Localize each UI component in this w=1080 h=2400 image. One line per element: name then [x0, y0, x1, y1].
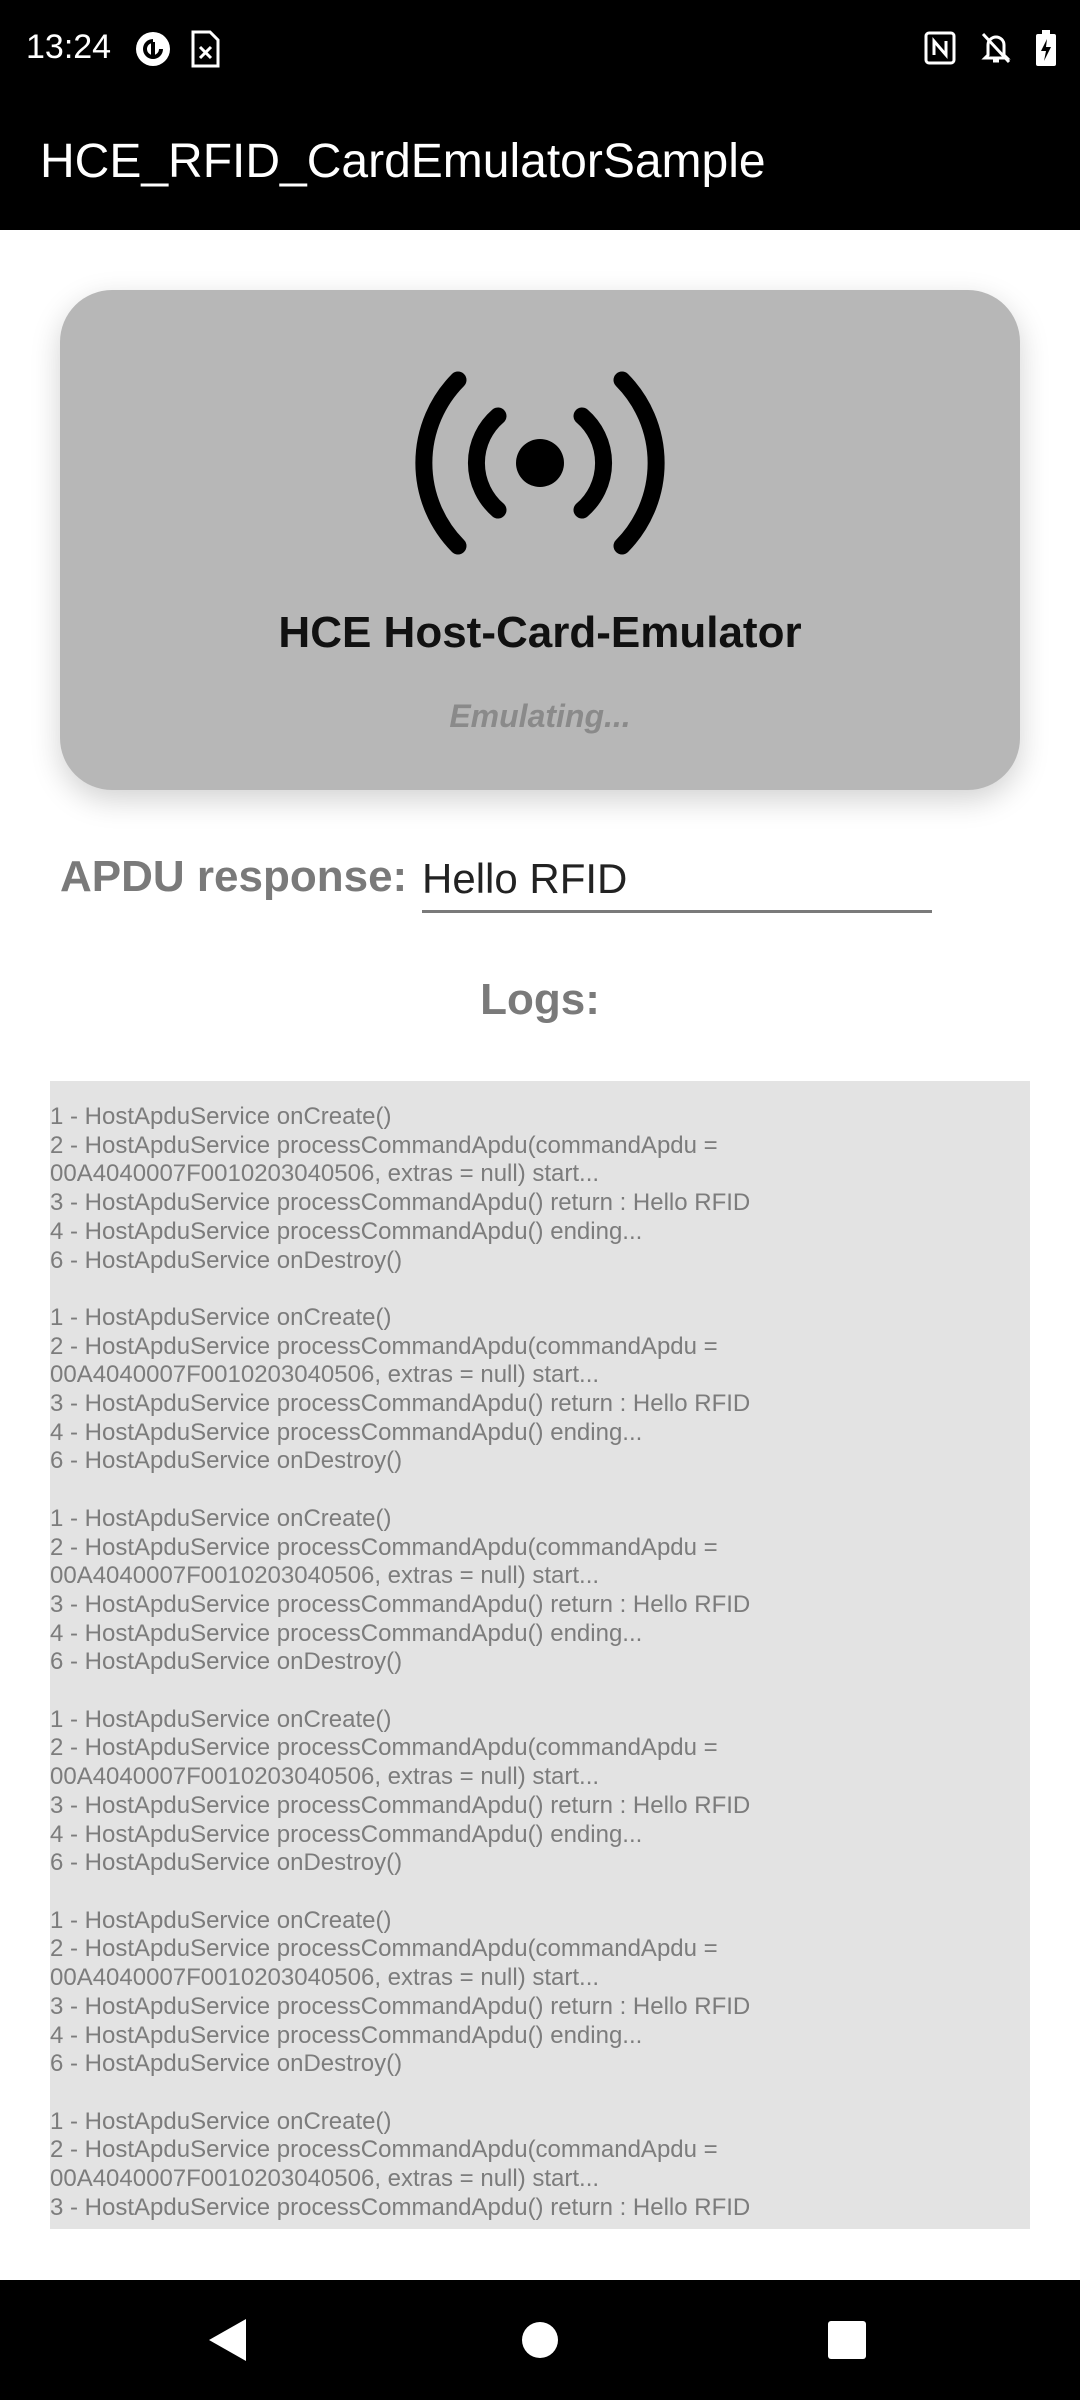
apdu-response-label: APDU response: [60, 852, 408, 901]
recents-icon [828, 2321, 866, 2359]
back-button[interactable] [168, 2280, 288, 2400]
nfc-icon [924, 31, 956, 70]
status-bar: 13:24 [0, 0, 1080, 100]
pocket-casts-icon [134, 30, 172, 73]
logs-text: 1 - HostApduService onCreate() 2 - HostA… [50, 1103, 751, 2221]
emulator-card[interactable]: HCE Host-Card-Emulator Emulating... [60, 290, 1020, 790]
logs-label: Logs: [480, 975, 600, 1024]
recents-button[interactable] [787, 2280, 907, 2400]
navigation-bar [0, 2280, 1080, 2400]
document-close-icon [190, 30, 220, 73]
home-icon [522, 2322, 558, 2358]
status-time: 13:24 [26, 28, 112, 66]
notifications-off-icon [980, 31, 1012, 70]
home-button[interactable] [480, 2280, 600, 2400]
back-icon [209, 2319, 246, 2361]
card-title: HCE Host-Card-Emulator [278, 608, 802, 657]
status-right-icons [924, 30, 1056, 71]
app-title: HCE_RFID_CardEmulatorSample [40, 135, 766, 188]
emulation-status: Emulating... [449, 698, 631, 734]
battery-charging-icon [1036, 30, 1056, 71]
status-left-icons [134, 30, 220, 73]
apdu-response-input[interactable] [422, 848, 932, 913]
app-bar: HCE_RFID_CardEmulatorSample [0, 100, 1080, 230]
broadcast-icon [415, 371, 665, 555]
logs-panel[interactable]: 1 - HostApduService onCreate() 2 - HostA… [50, 1081, 1030, 2229]
